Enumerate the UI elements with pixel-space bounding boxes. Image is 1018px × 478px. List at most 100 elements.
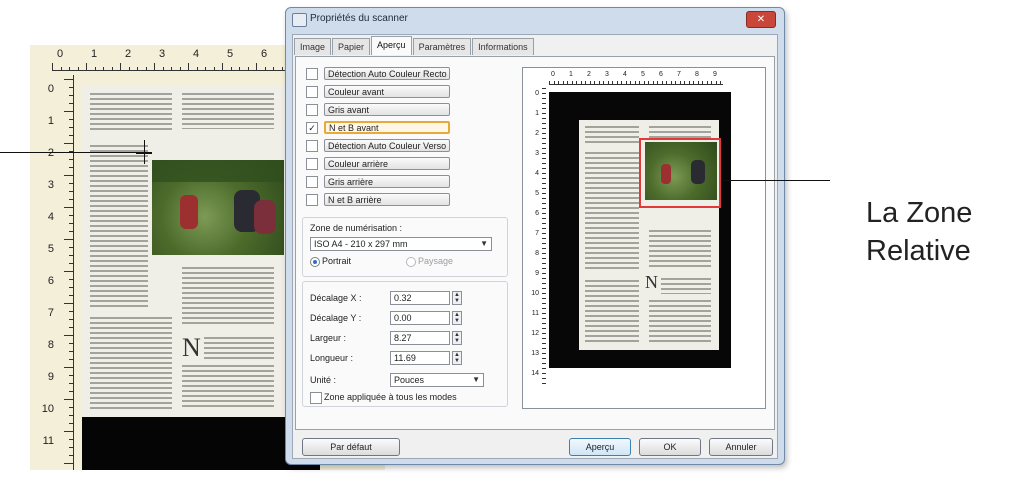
option-checkbox[interactable] [306, 194, 318, 206]
ruler-tick [542, 193, 546, 194]
preview-button[interactable]: Aperçu [569, 438, 631, 456]
ruler-number: 6 [47, 275, 54, 287]
ruler-number: 8 [47, 339, 54, 351]
ruler-number: 2 [535, 130, 539, 137]
ruler-tick [154, 63, 155, 71]
ruler-tick [64, 143, 74, 144]
option-button[interactable]: Couleur arrière [324, 157, 450, 170]
ruler-tick [612, 81, 613, 85]
ruler-tick [60, 67, 62, 71]
portrait-label: Portrait [322, 256, 352, 266]
text-block [182, 365, 274, 409]
option-button[interactable]: Détection Auto Couleur Recto [324, 67, 450, 80]
ruler-tick [652, 81, 654, 85]
ruler-tick [69, 199, 74, 200]
option-checkbox[interactable] [306, 86, 318, 98]
ruler-number: 5 [47, 243, 54, 255]
ruler-tick [69, 263, 74, 264]
close-button[interactable]: ✕ [746, 11, 776, 28]
tab-image[interactable]: Image [294, 38, 332, 55]
ruler-tick [69, 247, 74, 248]
ruler-tick [675, 81, 676, 85]
offset-y-stepper[interactable]: ▲ ▼ [452, 311, 462, 325]
unit-select[interactable]: Pouces ▼ [390, 373, 484, 387]
photo-figure [180, 195, 198, 229]
ruler-tick [542, 248, 546, 249]
text-block [649, 300, 711, 342]
option-button[interactable]: Détection Auto Couleur Verso [324, 139, 450, 152]
ruler-tick [648, 81, 649, 85]
ruler-tick [542, 348, 546, 349]
option-checkbox[interactable] [306, 176, 318, 188]
ruler-tick [621, 81, 622, 85]
ruler-number: 10 [531, 290, 539, 297]
ruler-tick [188, 63, 189, 71]
title-bar[interactable]: Propriétés du scanner ✕ [286, 8, 784, 32]
portrait-radio[interactable] [310, 257, 320, 267]
text-block [585, 126, 639, 144]
ruler-number: 6 [260, 48, 268, 60]
ruler-tick [542, 183, 546, 184]
ruler-tick [230, 67, 232, 71]
ruler-number: 8 [695, 71, 699, 78]
tab-papier[interactable]: Papier [332, 38, 371, 55]
option-button-selected[interactable]: N et B avant [324, 121, 450, 134]
ruler-tick [542, 323, 546, 324]
scan-area-label: Zone de numérisation : [310, 223, 403, 233]
ruler-tick [69, 455, 74, 456]
option-checkbox[interactable] [306, 68, 318, 80]
unit-value: Pouces [394, 375, 425, 385]
option-button[interactable]: Gris avant [324, 103, 450, 116]
preview-pane[interactable]: 0 1 2 3 4 5 6 7 8 9 0 1 2 3 4 5 6 7 8 9 … [522, 67, 766, 409]
crosshair-icon [144, 140, 145, 164]
width-stepper[interactable]: ▲ ▼ [452, 331, 462, 345]
ruler-tick [549, 81, 550, 85]
offset-x-stepper[interactable]: ▲ ▼ [452, 291, 462, 305]
option-checkbox[interactable] [306, 104, 318, 116]
chevron-down-icon: ▼ [472, 375, 480, 384]
ok-button[interactable]: OK [639, 438, 701, 456]
preview-horizontal-ruler: 0 1 2 3 4 5 6 7 8 9 [523, 68, 723, 88]
ruler-number: 5 [641, 71, 645, 78]
paysage-radio[interactable] [406, 257, 416, 267]
ruler-tick [542, 338, 546, 339]
option-checkbox[interactable] [306, 158, 318, 170]
tab-parametres[interactable]: Paramètres [412, 38, 472, 55]
ruler-tick [64, 175, 74, 176]
ruler-tick [542, 368, 546, 369]
relative-zone-frame[interactable] [639, 138, 721, 208]
ruler-number: 1 [569, 71, 573, 78]
height-field[interactable]: 11.69 [390, 351, 450, 365]
scan-area-select[interactable]: ISO A4 - 210 x 297 mm ▼ [310, 237, 492, 251]
ruler-tick [64, 367, 74, 368]
ruler-tick [64, 79, 74, 80]
default-button[interactable]: Par défaut [302, 438, 400, 456]
option-button[interactable]: Gris arrière [324, 175, 450, 188]
offset-x-field[interactable]: 0.32 [390, 291, 450, 305]
cancel-button[interactable]: Annuler [709, 438, 773, 456]
ruler-tick [711, 81, 712, 85]
option-checkbox-checked[interactable]: ✓ [306, 122, 318, 134]
tab-apercu[interactable]: Aperçu [371, 36, 412, 55]
annotation-pointer-line [724, 180, 830, 181]
option-button[interactable]: N et B arrière [324, 193, 450, 206]
ruler-tick [542, 228, 546, 229]
ruler-tick [145, 67, 147, 71]
ruler-tick [69, 279, 74, 280]
ruler-tick [542, 128, 546, 129]
chevron-down-icon: ▼ [480, 239, 488, 248]
ruler-number: 0 [47, 83, 54, 95]
ruler-number: 2 [124, 48, 132, 60]
ruler-tick [69, 423, 74, 424]
offset-y-field[interactable]: 0.00 [390, 311, 450, 325]
ruler-tick [69, 391, 74, 392]
apply-all-checkbox[interactable] [310, 392, 322, 404]
ruler-number: 5 [535, 190, 539, 197]
option-checkbox[interactable] [306, 140, 318, 152]
height-stepper[interactable]: ▲ ▼ [452, 351, 462, 365]
tab-informations[interactable]: Informations [472, 38, 534, 55]
option-button[interactable]: Couleur avant [324, 85, 450, 98]
ruler-tick [542, 303, 546, 304]
width-field[interactable]: 8.27 [390, 331, 450, 345]
offset-y-label: Décalage Y : [310, 313, 362, 323]
